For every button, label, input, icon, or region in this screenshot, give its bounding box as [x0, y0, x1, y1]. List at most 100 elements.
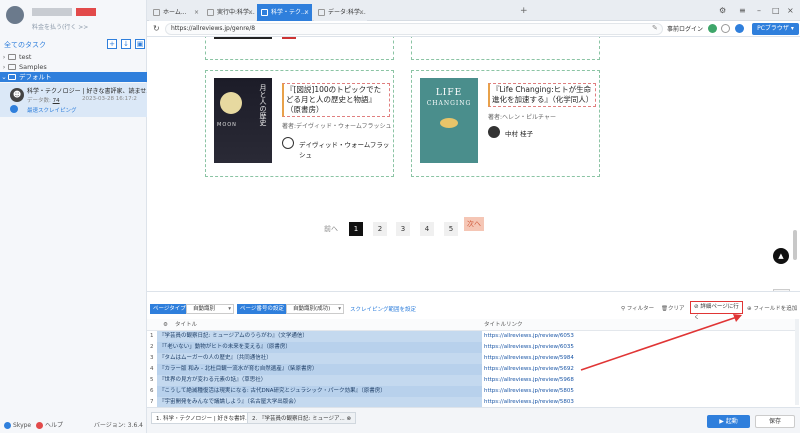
settings-icon[interactable]: ⚙: [163, 319, 168, 331]
edit-icon[interactable]: ✎: [652, 24, 658, 32]
data-tab-1[interactable]: 1. 科学・テクノロジー | 好きな書評...: [151, 412, 256, 424]
row-number: 3: [150, 355, 154, 361]
folder-icon: [8, 74, 16, 80]
book-title[interactable]: 『[図説]100のトピックでたどる月と人の歴史と物語』（原書房）: [282, 83, 390, 117]
table-scrollbar[interactable]: [795, 319, 799, 405]
pre-login-button[interactable]: 事前ログイン: [667, 24, 703, 33]
book-cover[interactable]: LIFE CHANGING: [420, 78, 478, 163]
maximize-icon[interactable]: □: [772, 6, 780, 15]
close-icon[interactable]: ⊗: [346, 416, 351, 422]
col-link-header[interactable]: タイトルリンク: [484, 319, 523, 331]
book-title[interactable]: 『Life Changing:ヒトが生命進化を加速する』（化学同人）: [488, 83, 596, 107]
settings-icon[interactable]: ⚙: [719, 6, 726, 15]
data-tab-2[interactable]: 2. 『学芸員の観察日記: ミュージア... ⊗: [247, 412, 357, 424]
tree-folder-test[interactable]: › test: [0, 52, 147, 62]
pager-page-5[interactable]: 5: [444, 222, 458, 236]
reload-icon[interactable]: ↻: [153, 24, 160, 33]
row-link-cell[interactable]: https://allreviews.jp/review/5692: [484, 364, 574, 375]
table-header: ⚙ タイトル タイトルリンク: [147, 319, 795, 331]
row-title-cell[interactable]: 『世界の見方が変わる元素の話』（草思社）: [157, 375, 482, 386]
tree-folder-default[interactable]: ⌄ デフォルト: [0, 72, 147, 82]
pager-page-1[interactable]: 1: [349, 222, 363, 236]
table-row[interactable]: 3 『タムはムーガーの人の歴史』（共同通信社） https://allreviews…: [147, 353, 795, 364]
reviewer-avatar[interactable]: [488, 126, 500, 138]
tab-data[interactable]: データ:科学... ×: [314, 4, 367, 21]
reviewer-avatar[interactable]: [282, 137, 294, 149]
help-link[interactable]: ヘルプ: [36, 418, 63, 433]
page-scrollbar[interactable]: [793, 230, 797, 260]
tab-running[interactable]: 実行中:科学... ×: [203, 4, 256, 21]
add-field-button[interactable]: ⊕ フィールドを追加: [747, 304, 797, 312]
table-row[interactable]: 1 『学芸員の観察日記: ミュージアムのうらがわ』（文学通信） https://al…: [147, 331, 795, 342]
pager-next[interactable]: 次へ: [464, 217, 484, 231]
table-row[interactable]: 5 『世界の見方が変わる元素の話』（草思社） https://allreviews.…: [147, 375, 795, 386]
minimize-icon[interactable]: –: [757, 6, 761, 15]
row-title-cell[interactable]: 『「老いない」動物がヒトの未来を変える』（原書房）: [157, 342, 482, 353]
page-icon: [207, 9, 214, 16]
new-tab-button[interactable]: +: [520, 6, 528, 16]
row-title-cell[interactable]: 『こうして絶滅種復活は現実になる: 古代DNA研究とジュラシック・パーク効果』（…: [157, 386, 482, 397]
all-tasks-label[interactable]: 全てのタスク: [4, 41, 46, 49]
save-button[interactable]: 保存: [755, 415, 795, 428]
scrape-range-link[interactable]: スクレイピング範囲を設定: [350, 305, 416, 313]
tree-folder-samples[interactable]: › Samples: [0, 62, 147, 72]
row-title-cell[interactable]: 『学芸員の観察日記: ミュージアムのうらがわ』（文学通信）: [157, 331, 482, 342]
import-icon[interactable]: ↓: [121, 39, 131, 49]
col-title-header[interactable]: タイトル: [175, 319, 197, 331]
row-title-cell[interactable]: 『カラー版 和み - 北杜目観一流水が育む自然遺産』（柴原書房）: [157, 364, 482, 375]
new-task-icon[interactable]: +: [107, 39, 117, 49]
close-icon[interactable]: ×: [304, 4, 309, 21]
filter-button[interactable]: ⚲ フィルター: [621, 304, 654, 312]
task-data-count: データ数: 74: [27, 98, 60, 104]
row-link-cell[interactable]: https://allreviews.jp/review/6053: [484, 331, 574, 342]
task-date: 2023-03-28 16:17:2: [82, 96, 137, 102]
pager-page-3[interactable]: 3: [396, 222, 410, 236]
book-cover[interactable]: 月と人の歴史 MOON: [214, 78, 272, 163]
tab-science[interactable]: 科学・テク... ×: [257, 4, 312, 21]
title-fragment: [282, 37, 296, 39]
row-title-cell[interactable]: 『タムはムーガーの人の歴史』（共同通信社）: [157, 353, 482, 364]
url-input[interactable]: https://allreviews.jp/genre/8: [165, 23, 663, 35]
table-row[interactable]: 4 『カラー版 和み - 北杜目観一流水が育む自然遺産』（柴原書房） https:/…: [147, 364, 795, 375]
task-item[interactable]: ☻ 科学・テクノロジー | 好きな書評家、読ませ... データ数: 74 202…: [0, 83, 152, 117]
pager-prev[interactable]: 前へ: [324, 222, 338, 236]
table-row[interactable]: 2 『「老いない」動物がヒトの未来を変える』（原書房） https://allrev…: [147, 342, 795, 353]
skype-link[interactable]: Skype: [4, 418, 31, 433]
close-icon[interactable]: ×: [359, 4, 364, 21]
start-button[interactable]: ▶ 起動: [707, 415, 750, 428]
go-to-detail-page-button[interactable]: ⊘ 詳細ページに行く: [690, 301, 743, 321]
reviewer-name[interactable]: デイヴィッド・ウォームフラッシュ: [299, 139, 393, 159]
sidebar-footer: Skype ヘルプ バージョン: 3.6.4: [0, 418, 147, 433]
close-icon[interactable]: ×: [194, 4, 199, 21]
row-link-cell[interactable]: https://allreviews.jp/review/5968: [484, 375, 574, 386]
cover-text: CHANGING: [426, 100, 472, 107]
new-folder-icon[interactable]: ▣: [135, 39, 145, 49]
row-link-cell[interactable]: https://allreviews.jp/review/6035: [484, 342, 574, 353]
upgrade-link[interactable]: 料金を払う(行く >>: [32, 22, 88, 31]
row-number: 4: [150, 366, 154, 372]
pager-page-2[interactable]: 2: [373, 222, 387, 236]
table-row[interactable]: 6 『こうして絶滅種復活は現実になる: 古代DNA研究とジュラシック・パーク効果』…: [147, 386, 795, 397]
clear-button[interactable]: 🗑クリア: [661, 304, 685, 312]
scroll-top-button[interactable]: ▲: [773, 248, 789, 264]
menu-icon[interactable]: ≡: [739, 6, 746, 15]
page-number-select[interactable]: 自動識別(成功) ▾: [286, 304, 344, 314]
pc-browser-dropdown[interactable]: PCブラウザ ▾: [752, 23, 799, 35]
cover-text: LIFE: [435, 88, 463, 98]
page-type-label: ページタイプ: [150, 304, 189, 314]
task-run-mode[interactable]: 最速スクレイピング: [27, 106, 77, 114]
circle-icon[interactable]: [721, 24, 730, 33]
globe-icon[interactable]: [735, 24, 744, 33]
extension-icon[interactable]: [708, 24, 717, 33]
close-window-icon[interactable]: ×: [787, 6, 794, 15]
page-type-select[interactable]: 自動識別 ▾: [186, 304, 234, 314]
reviewer-name[interactable]: 中村 桂子: [505, 128, 533, 138]
row-link-cell[interactable]: https://allreviews.jp/review/5805: [484, 386, 574, 397]
cover-title: 月と人の歴史: [259, 84, 267, 126]
bird-shape: [440, 118, 458, 128]
close-icon[interactable]: ×: [248, 4, 253, 21]
tab-home[interactable]: ホーム... ×: [149, 4, 202, 21]
user-avatar[interactable]: [6, 6, 24, 24]
pager-page-4[interactable]: 4: [420, 222, 434, 236]
row-link-cell[interactable]: https://allreviews.jp/review/5984: [484, 353, 574, 364]
